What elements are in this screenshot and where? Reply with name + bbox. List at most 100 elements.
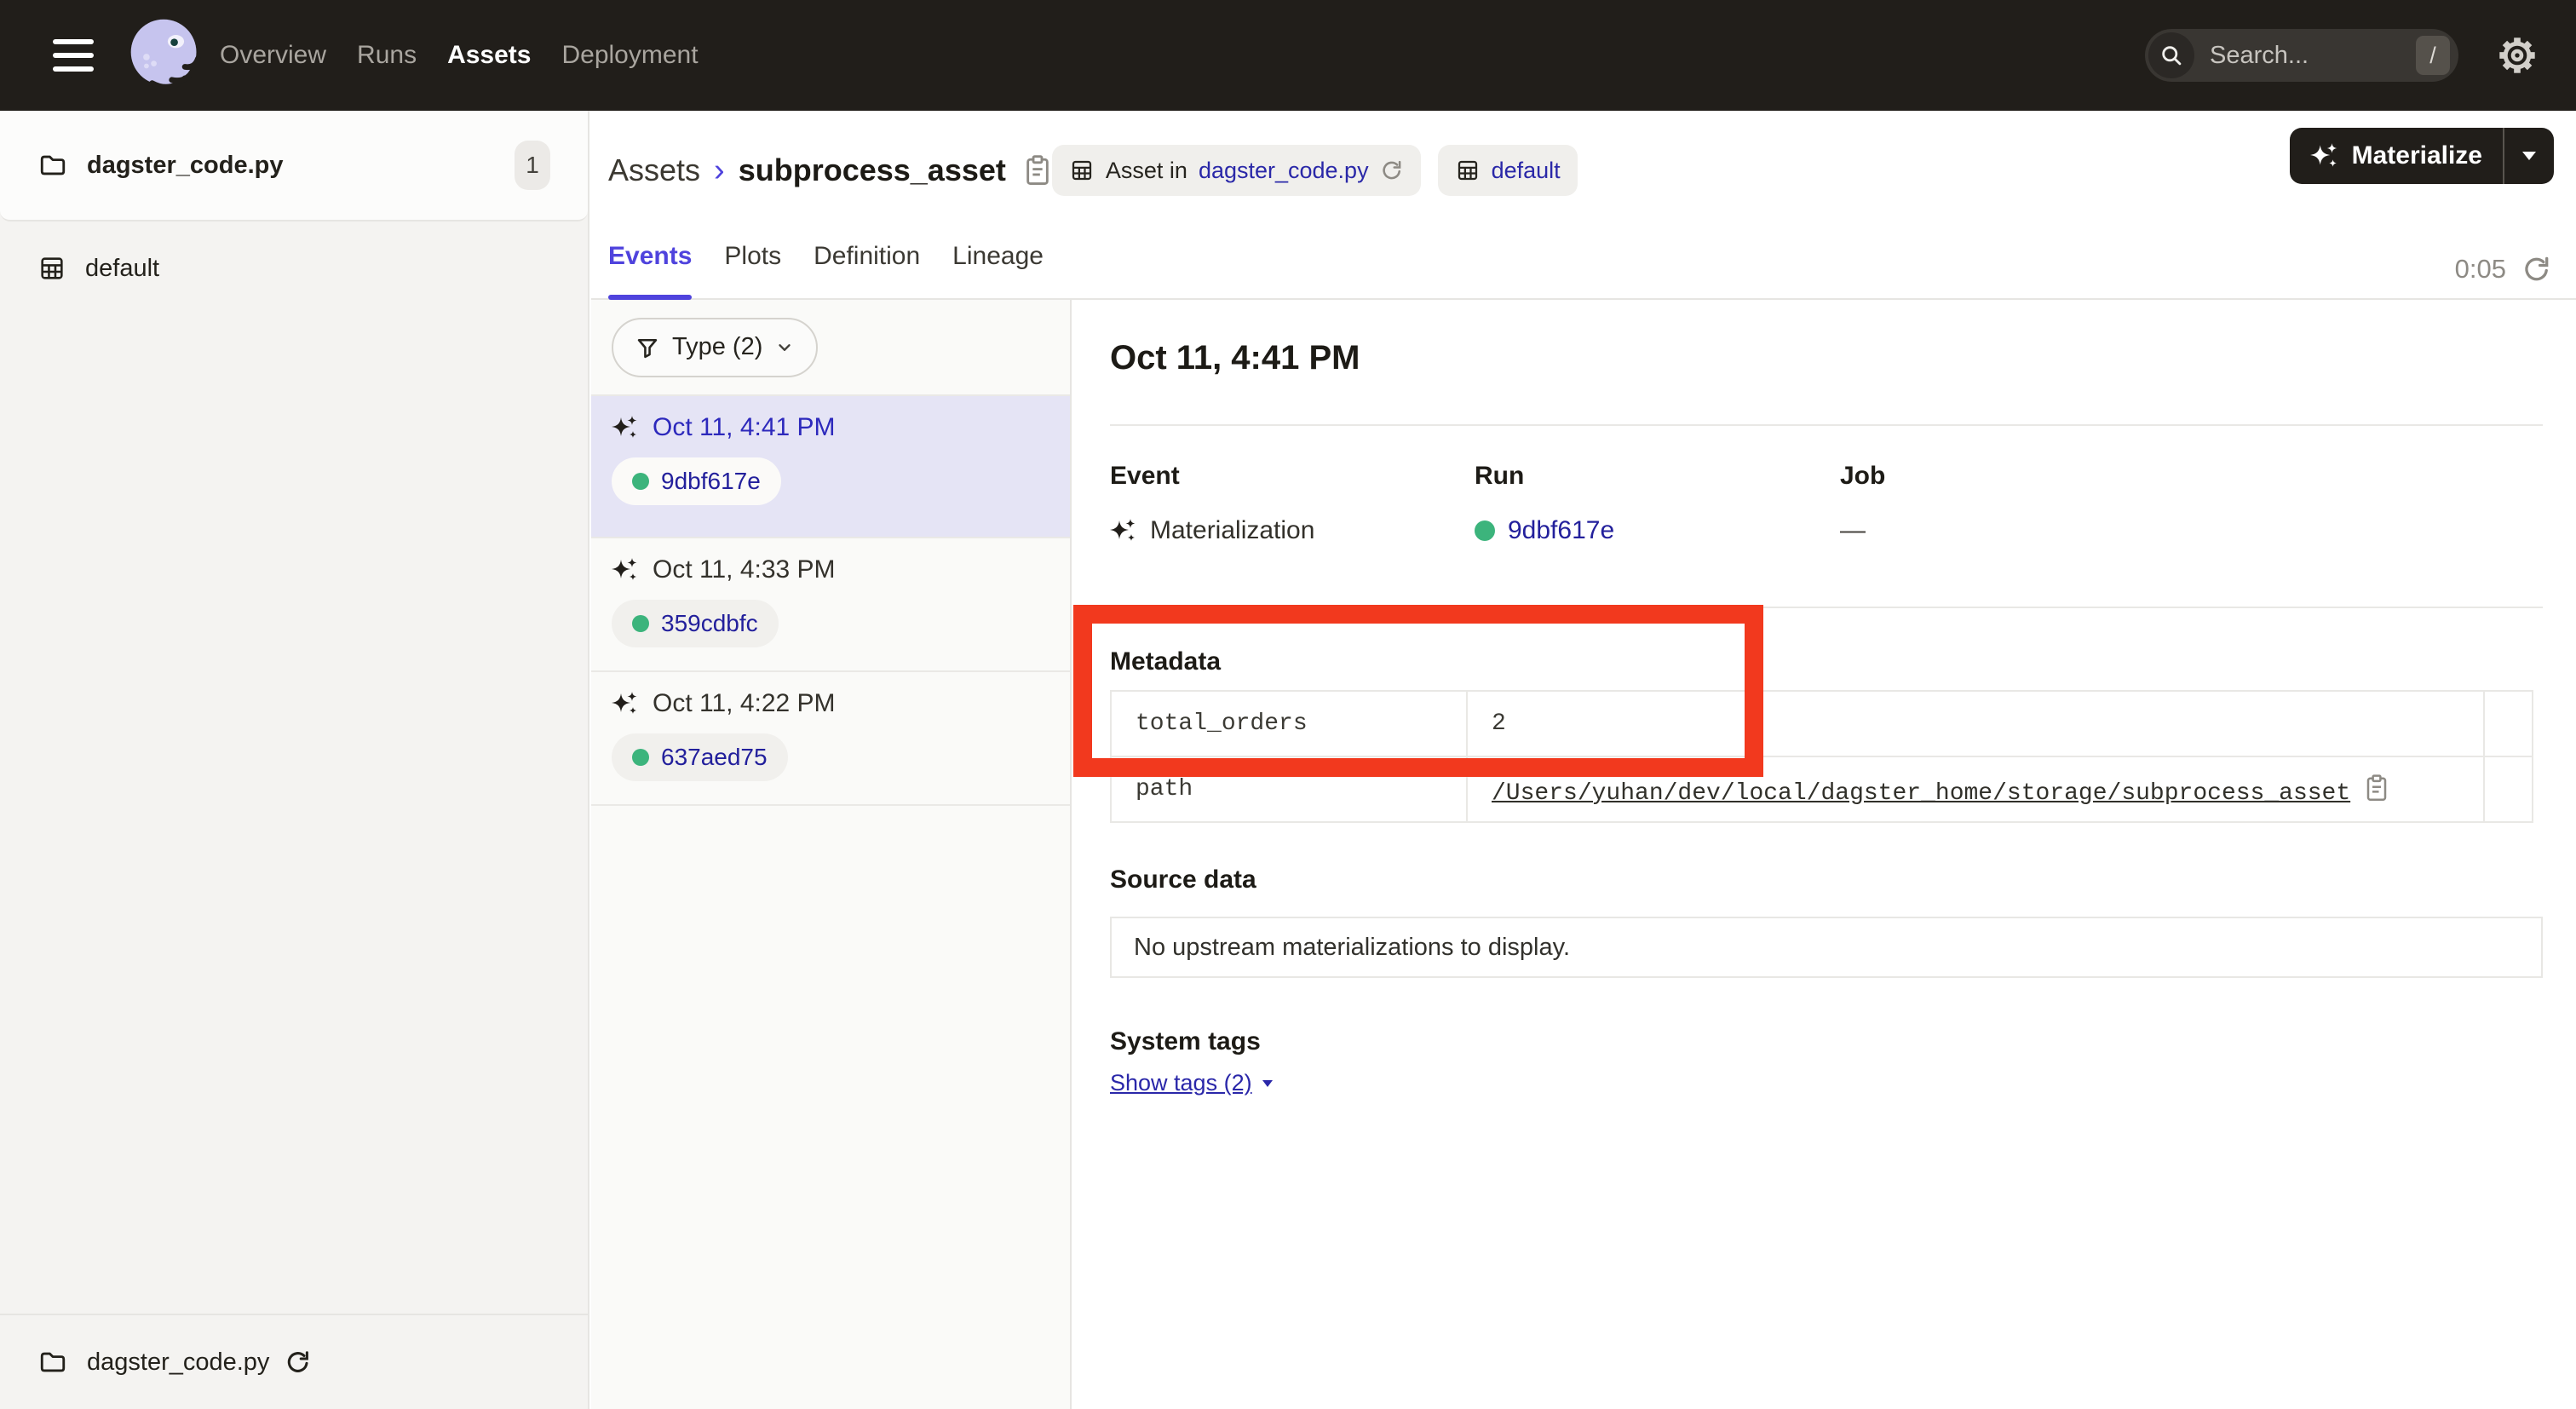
run-id-pill[interactable]: 359cdbfc	[612, 600, 779, 647]
asset-in-label: Asset in	[1106, 158, 1187, 184]
metadata-heading: Metadata	[1110, 647, 2543, 676]
sidebar: dagster_code.py 1 default dagster_code.p…	[0, 111, 589, 1409]
job-label: Job	[1840, 462, 2543, 491]
event-time: Oct 11, 4:33 PM	[653, 555, 836, 584]
asset-name: subprocess_asset	[739, 152, 1006, 188]
asset-count-badge: 1	[515, 141, 550, 190]
tab-events[interactable]: Events	[608, 230, 692, 298]
metadata-table: total_orders 2 path /Users/yuhan/dev/loc…	[1110, 690, 2533, 823]
page-header: Assets › subprocess_asset Asset in dagst…	[591, 111, 2576, 230]
refresh-icon[interactable]	[2521, 254, 2552, 285]
metadata-key: path	[1111, 756, 1467, 822]
event-type-value: Materialization	[1150, 516, 1314, 545]
metadata-key: total_orders	[1111, 691, 1467, 756]
events-filter-bar: Type (2)	[591, 300, 1070, 396]
primary-nav: Overview Runs Assets Deployment	[220, 41, 699, 70]
copy-asset-name-icon[interactable]	[1023, 153, 1052, 187]
run-status-dot	[632, 749, 649, 766]
metadata-value: 2	[1467, 691, 2484, 756]
code-location-link[interactable]: dagster_code.py	[1199, 158, 1369, 184]
type-filter-button[interactable]: Type (2)	[612, 318, 818, 377]
event-time: Oct 11, 4:22 PM	[653, 689, 836, 718]
hamburger-menu-icon[interactable]	[53, 39, 94, 72]
materialization-sparkle-icon	[612, 690, 639, 717]
table-row: path /Users/yuhan/dev/local/dagster_home…	[1111, 756, 2533, 822]
nav-item-runs[interactable]: Runs	[357, 41, 417, 70]
asset-grid-icon	[1069, 158, 1095, 183]
run-id: 9dbf617e	[661, 468, 761, 495]
job-empty-value: —	[1840, 516, 1866, 545]
empty-message: No upstream materializations to display.	[1134, 934, 1570, 962]
event-detail-pane: Oct 11, 4:41 PM Event Materialization	[1072, 300, 2576, 1409]
refresh-code-location-icon[interactable]	[1380, 158, 1404, 182]
event-info-grid: Event Materialization Run 9dbf6	[1110, 462, 2543, 545]
materialization-sparkle-icon	[612, 414, 639, 441]
gear-icon[interactable]	[2498, 36, 2537, 75]
event-row[interactable]: Oct 11, 4:33 PM 359cdbfc	[591, 538, 1070, 672]
search-shortcut-key: /	[2416, 36, 2450, 75]
tab-lineage[interactable]: Lineage	[952, 230, 1044, 298]
nav-item-assets[interactable]: Assets	[447, 41, 531, 70]
show-tags-toggle[interactable]: Show tags (2)	[1110, 1070, 1274, 1096]
reload-code-location-icon[interactable]	[285, 1349, 312, 1376]
copy-path-icon[interactable]	[2364, 773, 2389, 803]
sidebar-item-code-location[interactable]: dagster_code.py 1	[0, 111, 588, 221]
run-id-pill[interactable]: 9dbf617e	[612, 457, 781, 505]
table-row: total_orders 2	[1111, 691, 2533, 756]
run-id: 637aed75	[661, 744, 768, 771]
run-id: 359cdbfc	[661, 610, 758, 637]
materialize-split-button: Materialize	[2290, 128, 2554, 184]
chevron-down-icon	[775, 338, 794, 357]
nav-item-overview[interactable]: Overview	[220, 41, 326, 70]
materialize-label: Materialize	[2352, 141, 2482, 170]
folder-icon	[37, 1348, 68, 1377]
search-input[interactable]: Search... /	[2145, 29, 2458, 82]
event-label: Event	[1110, 462, 1475, 491]
system-tags-heading: System tags	[1110, 1027, 2543, 1056]
event-detail-title: Oct 11, 4:41 PM	[1110, 339, 2543, 377]
source-data-empty-state: No upstream materializations to display.	[1110, 917, 2543, 978]
sidebar-footer[interactable]: dagster_code.py	[0, 1314, 588, 1409]
repo-grid-icon	[1455, 158, 1481, 183]
run-status-dot	[632, 473, 649, 490]
funnel-icon	[635, 336, 659, 359]
source-data-heading: Source data	[1110, 866, 2543, 894]
folder-icon	[37, 151, 68, 180]
asset-tabs: Events Plots Definition Lineage 0:05	[591, 230, 2576, 300]
auto-refresh-timer: 0:05	[2455, 254, 2552, 285]
main-area: Assets › subprocess_asset Asset in dagst…	[591, 111, 2576, 1409]
nav-item-deployment[interactable]: Deployment	[561, 41, 698, 70]
tab-plots[interactable]: Plots	[724, 230, 781, 298]
run-id-link[interactable]: 9dbf617e	[1508, 516, 1614, 545]
breadcrumb-assets-link[interactable]: Assets	[608, 152, 700, 188]
top-nav: Overview Runs Assets Deployment Search..…	[0, 0, 2576, 111]
repo-badge: default	[1438, 145, 1578, 196]
dagster-logo[interactable]	[124, 14, 206, 96]
caret-down-icon	[1261, 1078, 1274, 1089]
repo-link[interactable]: default	[1492, 158, 1561, 184]
code-location-label: dagster_code.py	[87, 152, 283, 180]
breadcrumb: Assets › subprocess_asset	[608, 152, 1052, 189]
timer-countdown: 0:05	[2455, 254, 2506, 285]
materialize-button[interactable]: Materialize	[2290, 141, 2503, 170]
path-link[interactable]: /Users/yuhan/dev/local/dagster_home/stor…	[1492, 780, 2350, 807]
type-filter-label: Type (2)	[672, 333, 762, 361]
tab-definition[interactable]: Definition	[814, 230, 920, 298]
repo-grid-icon	[37, 254, 66, 283]
caret-down-icon	[2520, 150, 2539, 162]
materialize-dropdown-button[interactable]	[2504, 150, 2554, 162]
run-id-pill[interactable]: 637aed75	[612, 733, 788, 781]
run-label: Run	[1475, 462, 1840, 491]
show-tags-label: Show tags (2)	[1110, 1070, 1252, 1096]
sidebar-item-default-repo[interactable]: default	[0, 254, 588, 283]
repo-label: default	[85, 255, 159, 283]
run-status-dot	[632, 615, 649, 632]
event-row[interactable]: Oct 11, 4:41 PM 9dbf617e	[591, 396, 1070, 538]
run-status-dot	[1475, 520, 1495, 541]
sparkle-icon	[2310, 141, 2339, 170]
event-time: Oct 11, 4:41 PM	[653, 413, 836, 442]
footer-code-location-label: dagster_code.py	[87, 1349, 269, 1377]
search-placeholder: Search...	[2210, 42, 2416, 70]
asset-location-badge: Asset in dagster_code.py	[1052, 145, 1421, 196]
event-row[interactable]: Oct 11, 4:22 PM 637aed75	[591, 672, 1070, 806]
